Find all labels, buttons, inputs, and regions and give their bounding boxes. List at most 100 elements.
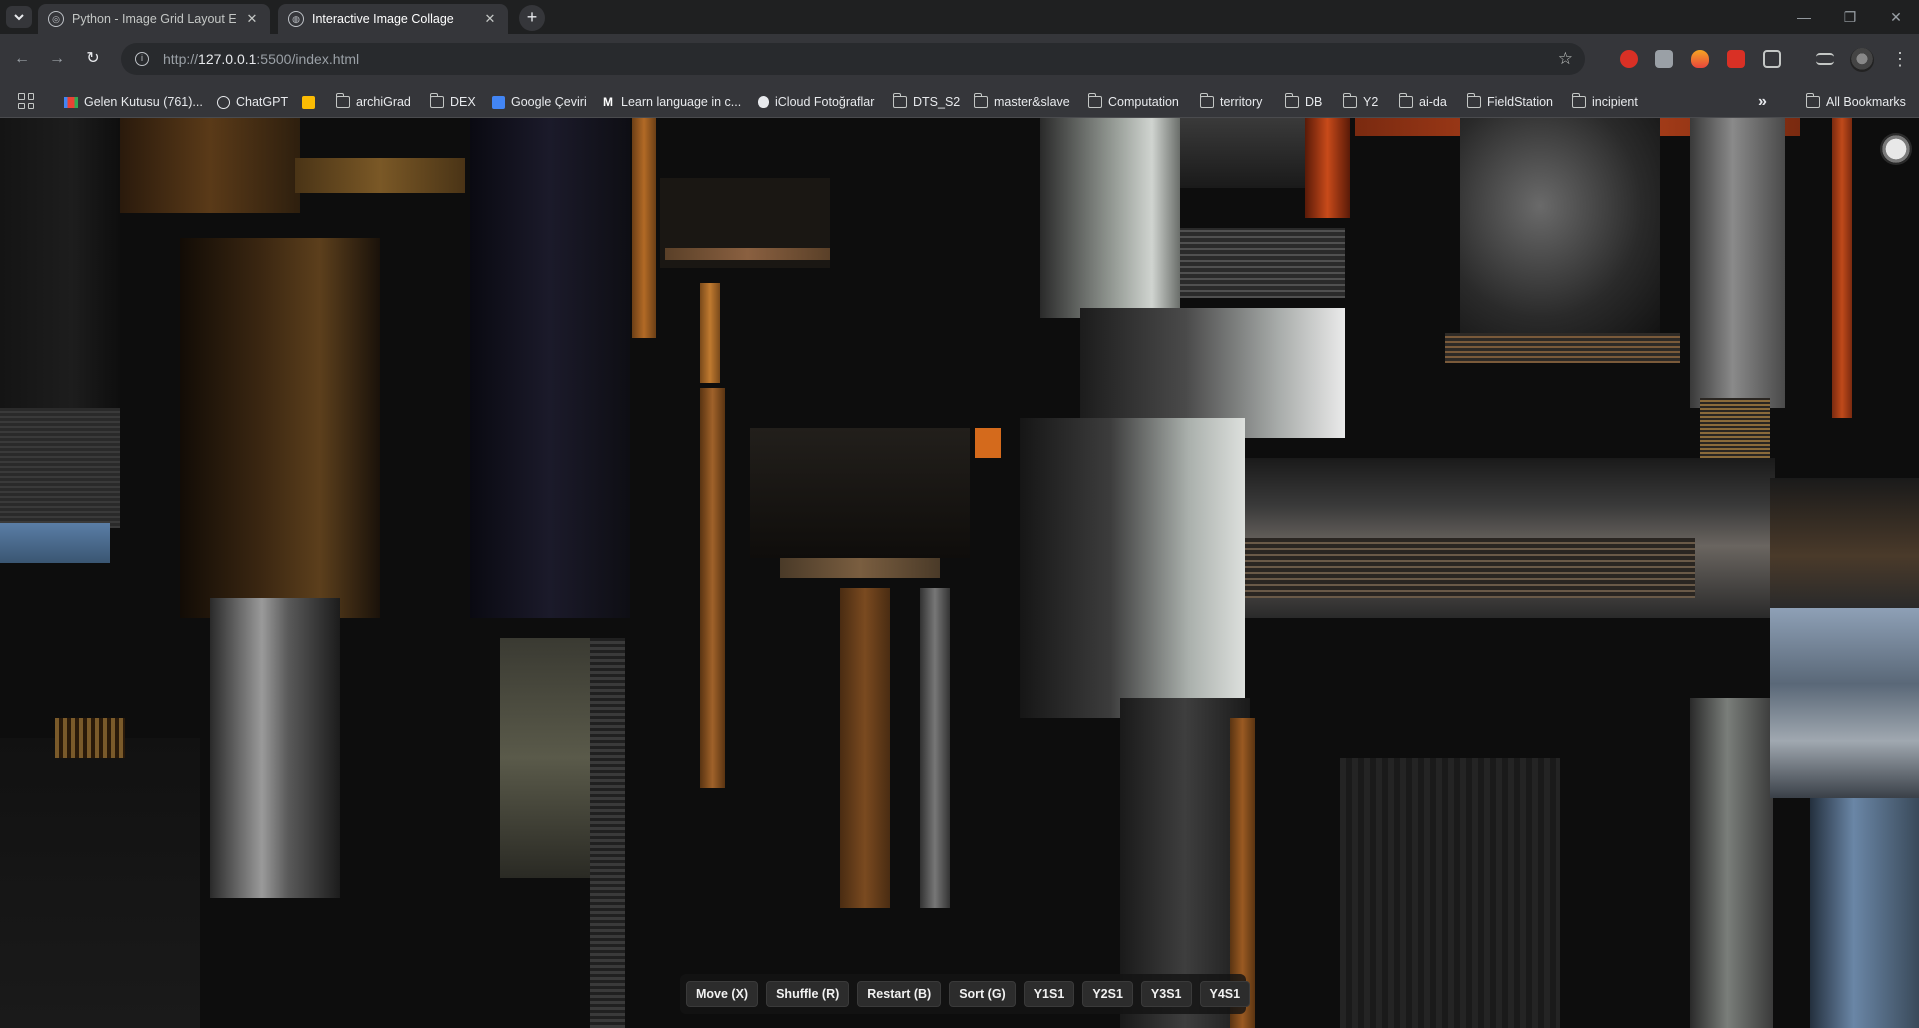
folder-icon [1571,93,1586,108]
extensions-puzzle-icon[interactable] [1763,50,1781,68]
tab-python-image-grid[interactable]: ◎ Python - Image Grid Layout En ✕ [38,4,270,34]
collage-tile[interactable] [1810,798,1919,1028]
collage-tile[interactable] [500,638,590,878]
bookmark-chatgpt[interactable]: ChatGPT [217,92,288,112]
bookmark-folder-dex[interactable]: DEX [429,92,476,112]
collage-tile[interactable] [780,558,940,578]
collage-tile[interactable] [1700,398,1770,458]
tab-interactive-image-collage[interactable]: ◍ Interactive Image Collage ✕ [278,4,508,34]
sort-button[interactable]: Sort (G) [949,981,1016,1007]
bookmark-star-icon[interactable]: ☆ [1558,49,1573,69]
bookmark-folder-master-slave[interactable]: master&slave [973,92,1070,112]
bookmark-folder-fieldstation[interactable]: FieldStation [1466,92,1553,112]
collage-tile[interactable] [975,428,1001,458]
bookmark-icloud-photos[interactable]: iCloud Fotoğraflar [758,92,874,112]
collage-tile[interactable] [1460,118,1660,338]
collage-tile[interactable] [700,388,725,788]
close-window-button[interactable]: ✕ [1873,0,1919,34]
site-info-icon[interactable]: i [135,52,149,66]
collage-tile[interactable] [1245,538,1695,598]
collage-tile[interactable] [0,408,120,528]
collage-tile[interactable] [700,283,720,383]
collage-tile[interactable] [1445,333,1680,363]
back-button[interactable]: ← [10,47,34,71]
collage-tile[interactable] [0,738,200,1028]
bookmark-calendar[interactable] [302,92,315,112]
y3s1-button[interactable]: Y3S1 [1140,981,1192,1007]
address-bar[interactable]: i http://127.0.0.1:5500/index.html ☆ [121,43,1585,75]
folder-icon [892,93,907,108]
collage-tile[interactable] [210,598,340,898]
collage-tile[interactable] [55,718,125,758]
address-url[interactable]: http://127.0.0.1:5500/index.html [163,51,359,67]
profile-avatar[interactable] [1850,48,1874,72]
chatgpt-icon: ◎ [48,11,64,27]
all-bookmarks-button[interactable]: All Bookmarks [1805,92,1906,112]
collage-tile[interactable] [1340,758,1560,1028]
folder-icon [1805,93,1820,108]
collage-tile[interactable] [0,523,110,563]
restore-button[interactable]: ❐ [1827,0,1873,34]
collage-tile[interactable] [840,588,890,908]
collage-tile[interactable] [1880,133,1912,165]
collage-tile[interactable] [1832,118,1852,418]
browser-toolbar: ← → ↻ i http://127.0.0.1:5500/index.html… [0,34,1919,84]
shuffle-button[interactable]: Shuffle (R) [766,981,850,1007]
image-collage-canvas[interactable]: Move (X) Shuffle (R) Restart (B) Sort (G… [0,118,1919,1028]
collage-tile[interactable] [1040,118,1180,318]
bookmark-folder-dts-s2[interactable]: DTS_S2 [892,92,960,112]
collage-tile[interactable] [1180,228,1345,298]
bookmark-folder-y2[interactable]: Y2 [1342,92,1378,112]
collage-tile[interactable] [1305,118,1350,218]
collage-control-bar: Move (X) Shuffle (R) Restart (B) Sort (G… [680,974,1251,1014]
collage-tile[interactable] [750,428,970,558]
folder-icon [335,93,350,108]
extension-video-icon[interactable] [1727,50,1745,68]
y2s1-button[interactable]: Y2S1 [1082,981,1133,1007]
bookmark-gmail[interactable]: Gelen Kutusu (761)... [64,92,203,112]
bookmark-folder-computation[interactable]: Computation [1087,92,1179,112]
collage-tile[interactable] [1690,118,1785,408]
bookmark-folder-db[interactable]: DB [1284,92,1322,112]
bookmark-folder-incipient[interactable]: incipient [1571,92,1638,112]
bookmark-folder-ai-da[interactable]: ai-da [1398,92,1447,112]
move-button[interactable]: Move (X) [686,981,759,1007]
extension-red-icon[interactable] [1620,50,1638,68]
collage-tile[interactable] [590,638,625,1028]
minimize-button[interactable]: — [1781,0,1827,34]
bookmark-folder-archigrad[interactable]: archiGrad [335,92,411,112]
y4s1-button[interactable]: Y4S1 [1199,981,1251,1007]
bookmark-learn-language[interactable]: M Learn language in c... [603,92,741,112]
collage-tile[interactable] [1770,608,1919,798]
gmail-icon [64,96,78,108]
collage-tile[interactable] [920,588,950,908]
apps-grid-icon[interactable] [18,93,34,109]
collage-tile[interactable] [180,238,380,618]
close-icon[interactable]: ✕ [244,11,260,27]
reading-list-icon[interactable] [1816,53,1834,65]
collage-tile[interactable] [1020,418,1245,718]
tab-search-button[interactable] [6,6,32,28]
chatgpt-icon [217,95,230,109]
extension-gray-icon[interactable] [1655,50,1673,68]
new-tab-button[interactable]: + [519,5,545,31]
bookmark-folder-territory[interactable]: territory [1199,92,1262,112]
collage-tile[interactable] [1770,478,1919,608]
reload-button[interactable]: ↻ [81,47,105,71]
folder-icon [1342,93,1357,108]
bookmark-google-translate[interactable]: Google Çeviri [492,92,587,112]
tab-title: Interactive Image Collage [312,12,454,26]
collage-tile[interactable] [470,118,630,618]
y1s1-button[interactable]: Y1S1 [1023,981,1075,1007]
restart-button[interactable]: Restart (B) [857,981,942,1007]
collage-tile[interactable] [632,118,656,338]
close-icon[interactable]: ✕ [482,11,498,27]
collage-tile[interactable] [1690,698,1773,1028]
collage-tile[interactable] [295,158,465,193]
menu-kebab-icon[interactable]: ⋮ [1891,47,1909,71]
collage-tile[interactable] [120,118,300,213]
collage-tile[interactable] [665,248,830,260]
extension-fire-icon[interactable] [1691,50,1709,68]
bookmarks-overflow-chevron-icon[interactable]: » [1758,92,1767,112]
forward-button[interactable]: → [45,47,69,71]
